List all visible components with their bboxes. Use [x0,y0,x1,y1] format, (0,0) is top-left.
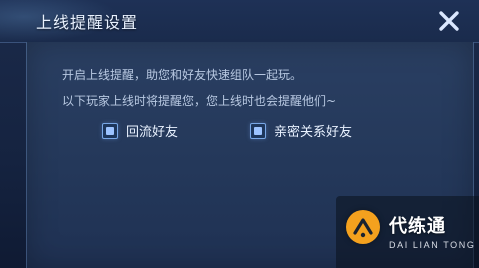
option-label: 回流好友 [126,125,179,140]
watermark-logo [346,210,380,244]
watermark-title: 代练通 [389,216,446,237]
option-label: 亲密关系好友 [274,125,353,140]
checkbox-icon [250,122,266,139]
watermark-subtitle: DAI LIAN TONG [389,240,476,250]
close-icon [439,11,459,31]
description-line-1: 开启上线提醒，助您和好友快速组队一起玩。 [62,68,303,82]
close-button[interactable] [435,7,463,35]
checkbox-checked-indicator [254,126,262,135]
description-line-2: 以下玩家上线时将提醒您，您上线时也会提醒他们~ [62,94,337,108]
watermark-logo-icon [353,218,373,238]
checkbox-checked-indicator [106,126,114,135]
dialog-title-bar: 上线提醒设置 [0,0,479,43]
dialog-title: 上线提醒设置 [36,13,139,32]
option-close-relationship-friends[interactable]: 亲密关系好友 [250,121,352,140]
checkbox-icon [102,122,118,139]
option-returning-friends[interactable]: 回流好友 [102,121,178,140]
